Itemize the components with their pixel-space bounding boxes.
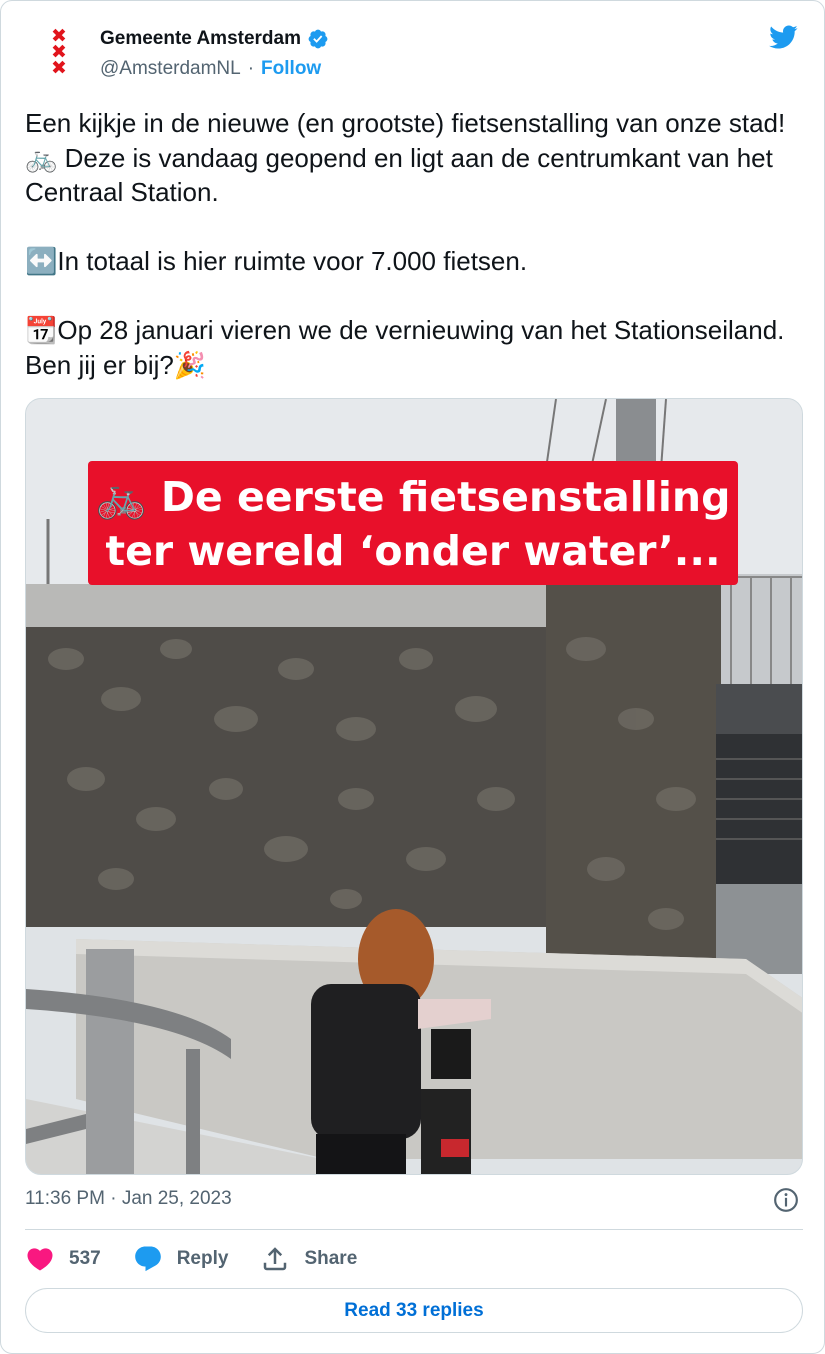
tweet-paragraph-1: Een kijkje in de nieuwe (en grootste) fi… [25, 108, 786, 207]
tweet-paragraph-3: 📆Op 28 januari vieren we de vernieuwing … [25, 315, 785, 380]
tweet-date[interactable]: Jan 25, 2023 [122, 1188, 232, 1210]
timestamp-separator: · [104, 1188, 122, 1209]
caption-line-2: ter wereld ‘onder water’... [105, 527, 721, 575]
caption-line-1: 🚲 De eerste fietsenstalling [95, 473, 731, 521]
like-count: 537 [69, 1248, 101, 1269]
verified-badge-icon [308, 29, 328, 49]
divider [25, 1229, 803, 1230]
share-label: Share [304, 1248, 358, 1269]
share-icon [264, 1247, 287, 1271]
tweet-card: ✖ ✖ ✖ Gemeente Amsterdam @AmsterdamNL · … [0, 0, 825, 1354]
account-name[interactable]: Gemeente Amsterdam [100, 28, 301, 50]
follow-button[interactable]: Follow [261, 58, 321, 80]
info-icon[interactable] [773, 1187, 799, 1213]
handle-separator: · [247, 58, 255, 79]
tweet-paragraph-2: ↔️In totaal is hier ruimte voor 7.000 fi… [25, 246, 528, 276]
amsterdam-logo-icon[interactable]: ✖ ✖ ✖ [27, 20, 91, 84]
twitter-bird-icon[interactable] [766, 22, 800, 52]
reply-bubble-icon [134, 1246, 161, 1272]
reply-label: Reply [176, 1248, 229, 1269]
like-button[interactable]: 537 [25, 1244, 101, 1274]
action-bar: 537 Reply Share [25, 1241, 389, 1277]
reply-button[interactable]: Reply [133, 1244, 229, 1274]
account-name-row[interactable]: Gemeente Amsterdam [100, 28, 329, 50]
video-thumbnail[interactable]: 🚲 De eerste fietsenstalling ter wereld ‘… [25, 398, 803, 1175]
video-caption-banner: 🚲 De eerste fietsenstalling ter wereld ‘… [88, 461, 738, 585]
timestamp[interactable]: 11:36 PM · Jan 25, 2023 [25, 1188, 232, 1210]
heart-icon [27, 1248, 53, 1271]
handle-row: @AmsterdamNL · Follow [100, 58, 321, 80]
tweet-text: Een kijkje in de nieuwe (en grootste) fi… [25, 106, 805, 382]
read-replies-button[interactable]: Read 33 replies [25, 1288, 803, 1333]
share-button[interactable]: Share [260, 1244, 357, 1274]
tweet-time[interactable]: 11:36 PM [25, 1188, 105, 1210]
account-handle[interactable]: @AmsterdamNL [100, 58, 241, 80]
